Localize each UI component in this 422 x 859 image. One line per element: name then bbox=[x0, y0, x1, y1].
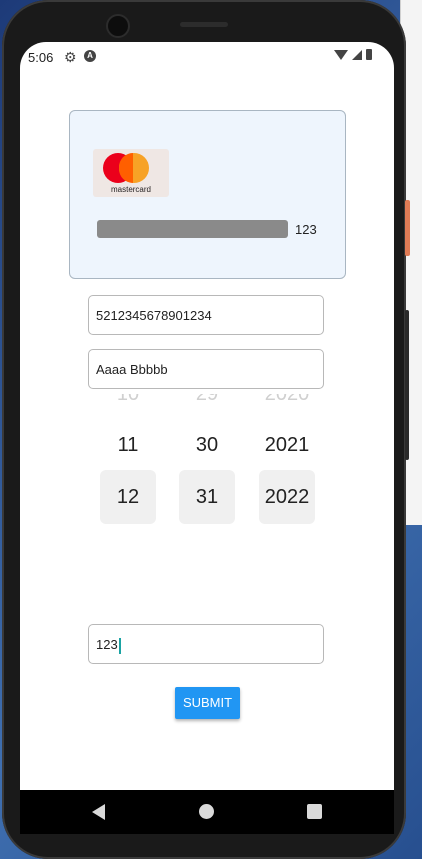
navigation-bar bbox=[20, 790, 394, 834]
mastercard-logo: mastercard bbox=[93, 149, 169, 197]
status-time: 5:06 bbox=[28, 50, 54, 65]
a-badge-icon: A bbox=[84, 50, 96, 62]
power-button bbox=[405, 200, 410, 256]
recents-icon[interactable] bbox=[307, 804, 322, 819]
text-cursor bbox=[118, 637, 121, 654]
picker-year-selected[interactable]: 2022 bbox=[259, 470, 315, 524]
card-holder-value: Aaaa Bbbbb bbox=[96, 362, 168, 377]
picker-day-above[interactable]: 30 bbox=[179, 434, 235, 457]
status-icons bbox=[334, 49, 372, 60]
picker-day-selected[interactable]: 31 bbox=[179, 470, 235, 524]
picker-month-selected[interactable]: 12 bbox=[100, 470, 156, 524]
gear-icon: ⚙ bbox=[64, 49, 77, 65]
picker-year-above[interactable]: 2021 bbox=[259, 434, 315, 457]
picker-year-faded: 2020 bbox=[264, 394, 310, 405]
picker-month-above[interactable]: 11 bbox=[100, 434, 156, 457]
wifi-icon bbox=[334, 49, 348, 60]
mastercard-brand-text: mastercard bbox=[110, 185, 151, 194]
card-number-field[interactable]: 5212345678901234 bbox=[88, 295, 324, 335]
card-preview-cvv: 123 bbox=[295, 222, 317, 237]
picker-month-faded: 10 bbox=[116, 394, 140, 405]
card-holder-field[interactable]: Aaaa Bbbbb bbox=[88, 349, 324, 389]
picker-day-faded: 29 bbox=[195, 394, 219, 405]
signal-icon bbox=[352, 49, 362, 60]
card-number-value: 5212345678901234 bbox=[96, 308, 212, 323]
expiry-day-picker[interactable]: 29 30 31 bbox=[179, 394, 235, 534]
speaker-grille bbox=[180, 22, 228, 27]
back-icon[interactable] bbox=[92, 804, 105, 820]
card-preview: mastercard 123 bbox=[69, 110, 346, 279]
cvv-value: 123 bbox=[96, 637, 118, 652]
expiry-year-picker[interactable]: 2020 2021 2022 bbox=[259, 394, 315, 534]
submit-button[interactable]: SUBMIT bbox=[175, 687, 240, 719]
cvv-field[interactable]: 123 bbox=[88, 624, 324, 664]
phone-screen: 5:06 ⚙ A mastercard 123 5212345678901234 bbox=[20, 42, 394, 790]
status-bar: 5:06 ⚙ A bbox=[20, 42, 394, 72]
phone-frame: 5:06 ⚙ A mastercard 123 5212345678901234 bbox=[2, 0, 406, 859]
camera-icon bbox=[106, 14, 130, 38]
battery-icon bbox=[366, 49, 372, 60]
expiry-month-picker[interactable]: 10 11 12 bbox=[100, 394, 156, 534]
volume-button bbox=[405, 310, 409, 460]
card-number-mask-bar bbox=[97, 220, 288, 238]
home-icon[interactable] bbox=[199, 804, 214, 819]
